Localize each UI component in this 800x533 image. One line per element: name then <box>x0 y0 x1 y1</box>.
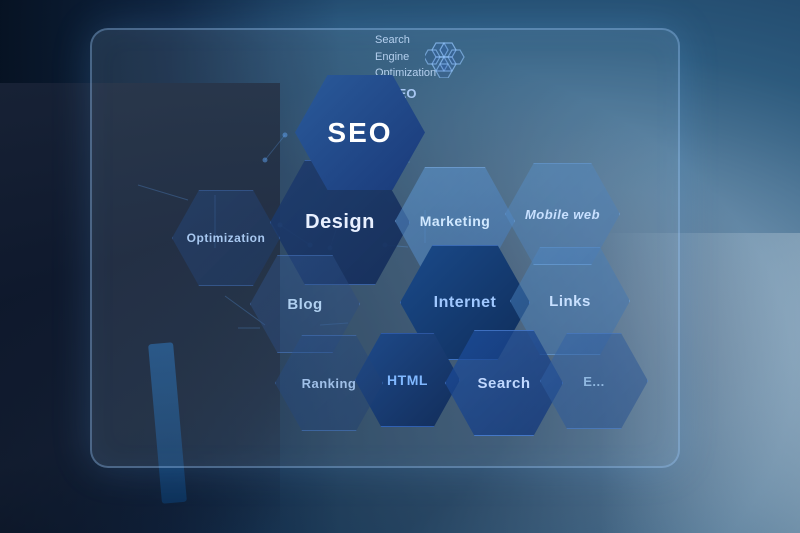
honeycomb-icon <box>425 40 467 83</box>
hex-optimization: Optimization <box>172 190 280 286</box>
hex-mobile-web: Mobile web <box>505 163 620 265</box>
hex-grid: SEO Design Marketing Internet Links Mobi… <box>140 55 660 475</box>
main-scene: SEO Design Marketing Internet Links Mobi… <box>0 0 800 533</box>
